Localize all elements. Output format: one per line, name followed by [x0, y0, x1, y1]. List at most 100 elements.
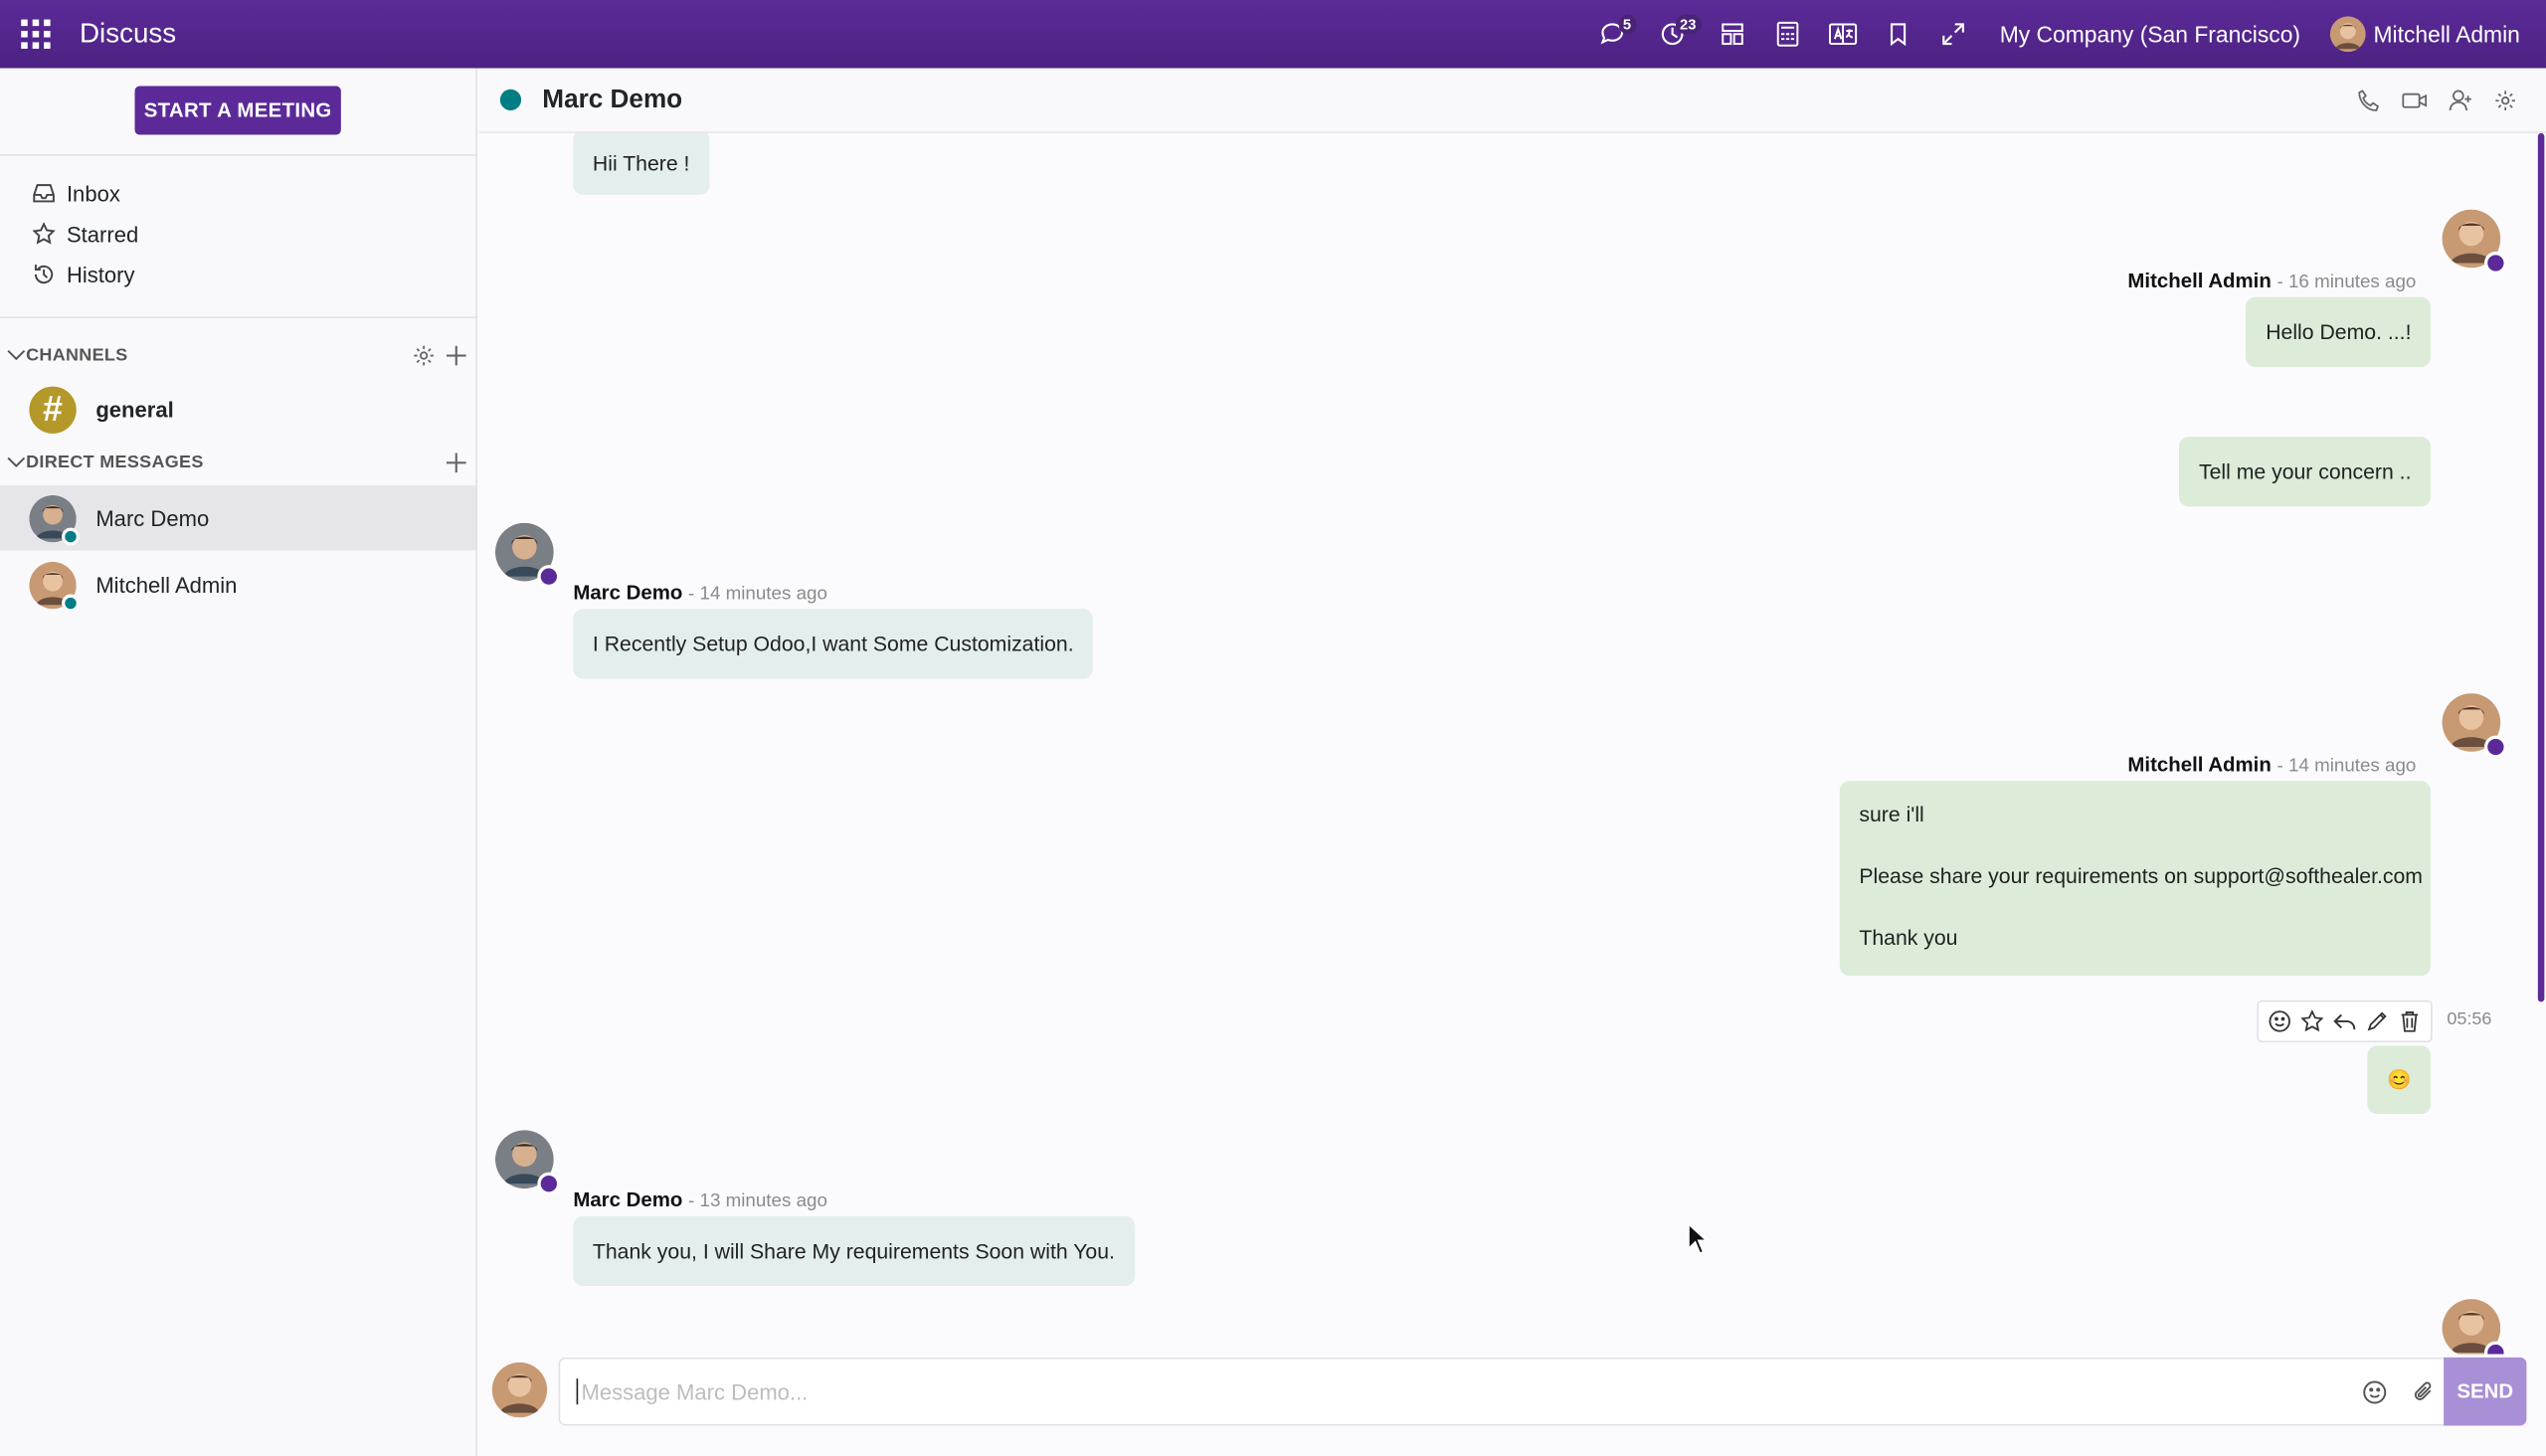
mouse-cursor-icon	[1688, 1222, 1710, 1255]
scrollbar-thumb[interactable]	[2537, 132, 2545, 1002]
message-author-line: Mitchell Admin - 16 minutes ago	[2127, 270, 2416, 292]
message-author[interactable]: Mitchell Admin	[2127, 754, 2271, 777]
send-button[interactable]: SEND	[2444, 1357, 2527, 1426]
avatar[interactable]	[494, 1130, 561, 1195]
star-icon	[32, 222, 56, 245]
avatar[interactable]	[2442, 1299, 2507, 1355]
fullscreen-icon[interactable]	[1925, 0, 1981, 69]
message-bubble: Tell me your concern ..	[2179, 437, 2432, 507]
message-body: Hii There !	[592, 150, 690, 175]
bookmark-icon[interactable]	[1870, 0, 1925, 69]
channel-item-general[interactable]: # general	[0, 382, 475, 438]
composer-box	[558, 1357, 2448, 1426]
sidebar-item-inbox[interactable]: Inbox	[33, 175, 120, 211]
user-name: Mitchell Admin	[2373, 21, 2520, 48]
message-actions-toolbar	[2257, 1000, 2433, 1043]
avatar	[29, 561, 80, 612]
add-chat-icon[interactable]	[445, 452, 467, 474]
message-bubble: 😊	[2367, 1045, 2432, 1114]
add-channel-icon[interactable]	[445, 344, 467, 367]
message-bubble: Hii There !	[573, 132, 710, 195]
messages-icon[interactable]: 5	[1584, 0, 1640, 69]
online-status-icon	[499, 89, 522, 111]
start-meeting-button[interactable]: START A MEETING	[134, 86, 341, 135]
thread-title[interactable]: Marc Demo	[542, 86, 682, 114]
add-users-icon[interactable]	[2446, 86, 2474, 114]
message-time: - 14 minutes ago	[688, 584, 827, 605]
user-avatar	[2329, 16, 2366, 53]
activities-icon[interactable]: 23	[1639, 0, 1704, 69]
message-time: - 16 minutes ago	[2276, 273, 2417, 292]
message-body: I Recently Setup Odoo,I want Some Custom…	[592, 632, 1074, 656]
direct-messages-category[interactable]: DIRECT MESSAGES	[7, 447, 468, 479]
translate-icon[interactable]	[1815, 0, 1871, 69]
sidebar-item-label: Inbox	[66, 181, 120, 206]
discuss-sidebar: START A MEETING Inbox Starred History CH…	[0, 68, 477, 1456]
message-author[interactable]: Marc Demo	[573, 1188, 682, 1211]
sidebar-item-starred[interactable]: Starred	[32, 216, 139, 252]
history-icon	[34, 265, 54, 284]
inbox-icon	[33, 184, 55, 203]
activities-badge: 23	[1675, 14, 1702, 35]
message-bubble: Thank you, I will Share My requirements …	[573, 1215, 1135, 1287]
online-status-icon	[2483, 1341, 2507, 1355]
company-switcher[interactable]: My Company (San Francisco)	[2000, 21, 2300, 47]
edit-icon[interactable]	[2364, 1008, 2390, 1034]
video-icon[interactable]	[2400, 86, 2429, 114]
app-menu-icon[interactable]	[0, 0, 72, 69]
avatar[interactable]	[2442, 209, 2507, 274]
message-composer: SEND	[478, 1354, 2546, 1456]
avatar[interactable]	[2442, 693, 2507, 759]
message-body-line: Please share your requirements on suppor…	[1859, 863, 2423, 889]
chevron-down-icon[interactable]	[7, 455, 27, 470]
phone-icon[interactable]	[2354, 86, 2383, 114]
dm-item-mitchell-admin[interactable]: Mitchell Admin	[0, 552, 475, 617]
online-status-icon	[537, 565, 561, 589]
message-body: Hello Demo. ...!	[2266, 319, 2412, 345]
attachment-icon[interactable]	[2398, 1379, 2447, 1403]
message-body: Thank you, I will Share My requirements …	[592, 1238, 1115, 1264]
chevron-down-icon[interactable]	[7, 347, 27, 363]
avatar	[29, 494, 80, 545]
message-author[interactable]: Mitchell Admin	[2127, 270, 2271, 292]
app-title[interactable]: Discuss	[80, 18, 176, 51]
channel-hash-icon: #	[29, 385, 77, 434]
message-bubble: Hello Demo. ...!	[2246, 296, 2432, 367]
sidebar-item-label: Starred	[66, 221, 139, 247]
delete-icon[interactable]	[2397, 1008, 2423, 1034]
message-time: - 14 minutes ago	[2276, 756, 2417, 777]
add-reaction-icon[interactable]	[2267, 1008, 2292, 1034]
user-menu[interactable]: Mitchell Admin	[2329, 16, 2520, 53]
thread-scrollbar[interactable]	[2536, 132, 2546, 1355]
online-status-icon	[2483, 252, 2507, 274]
avatar[interactable]	[494, 522, 561, 589]
sidebar-divider	[0, 154, 477, 156]
online-status-icon	[537, 1172, 561, 1195]
dm-label: Mitchell Admin	[95, 572, 238, 597]
emoji-icon[interactable]	[2349, 1379, 2398, 1403]
online-status-icon	[2483, 735, 2507, 759]
reply-icon[interactable]	[2331, 1008, 2357, 1034]
channel-settings-icon[interactable]	[413, 344, 436, 367]
channels-category[interactable]: CHANNELS	[7, 339, 468, 372]
online-status-icon	[62, 526, 80, 545]
dm-item-marc-demo[interactable]: Marc Demo	[0, 485, 476, 551]
channel-label: general	[95, 397, 174, 422]
message-author-line: Mitchell Admin - 14 minutes ago	[2127, 754, 2416, 777]
settings-icon[interactable]	[2490, 86, 2519, 114]
channels-heading: CHANNELS	[26, 345, 128, 366]
sidebar-item-history[interactable]: History	[33, 257, 135, 292]
message-time: - 13 minutes ago	[688, 1191, 827, 1211]
discuss-app: Discuss 5 23 My Company (San Francisco) …	[0, 0, 2546, 1456]
calculator-icon[interactable]	[1759, 0, 1815, 69]
star-message-icon[interactable]	[2299, 1008, 2325, 1034]
thread-header: Marc Demo	[478, 68, 2546, 133]
message-body: 😊	[2387, 1068, 2412, 1092]
message-input[interactable]	[576, 1378, 2350, 1405]
sidebar-item-label: History	[66, 262, 135, 287]
messages-badge: 5	[1618, 14, 1636, 35]
message-author[interactable]: Marc Demo	[573, 581, 682, 604]
layout-icon[interactable]	[1705, 0, 1760, 69]
top-navbar: Discuss 5 23 My Company (San Francisco) …	[0, 0, 2546, 69]
message-thread: Hii There ! Mitchell Admin - 16 minutes …	[479, 132, 2546, 1355]
